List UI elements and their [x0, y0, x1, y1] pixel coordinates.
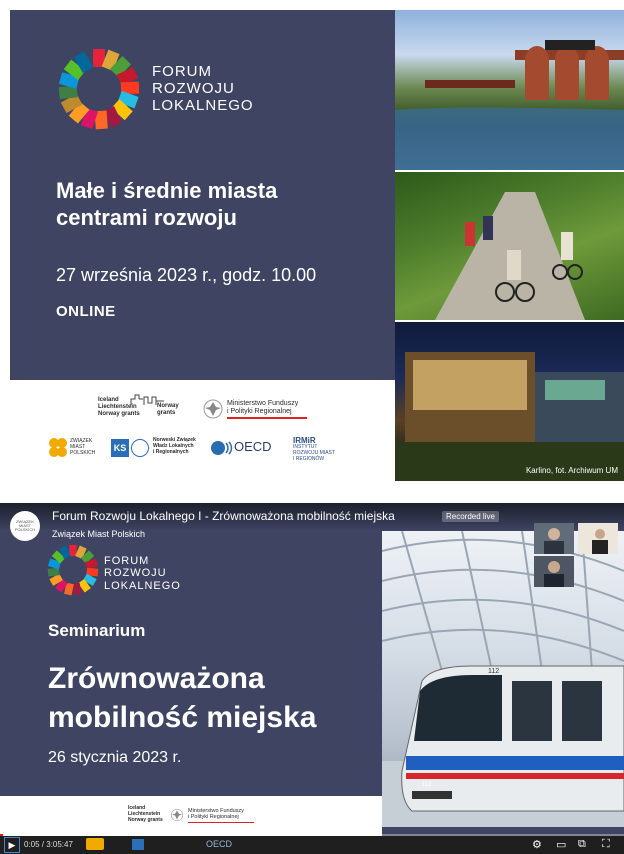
- video-logo-text: FORUM ROZWOJU LOKALNEGO: [104, 555, 181, 592]
- ministry-underline: [188, 821, 254, 823]
- zmp-logo: ZWIĄZEK MIAST POLSKICH: [70, 438, 96, 456]
- sponsor-text: i Regionalnych: [153, 448, 189, 455]
- zmp-logo-icon: [49, 438, 67, 457]
- photo-cyclists: [395, 172, 624, 320]
- sponsor-text: Norway: [157, 403, 179, 409]
- logo-line: LOKALNEGO: [104, 579, 181, 592]
- nzwlr-logo: Norweski Związek Władz Lokalnych i Regio…: [153, 437, 196, 455]
- recorded-live-badge: Recorded live: [442, 511, 499, 522]
- poster-online-label: ONLINE: [56, 303, 116, 320]
- webcam-participant-2: [578, 523, 618, 554]
- play-button[interactable]: ▶: [4, 837, 20, 853]
- player-controls: ▶ 0:05 / 3:05:47 OECD ⚙ ▭ ⧉ ⛶: [0, 836, 624, 854]
- poster-panel: FORUM ROZWOJU LOKALNEGO Małe i średnie m…: [10, 10, 395, 380]
- seminar-title-line: mobilność miejska: [48, 701, 317, 734]
- sponsor-text: i Polityki Regionalnej: [188, 814, 239, 821]
- settings-gear-icon[interactable]: ⚙: [532, 838, 542, 851]
- seminar-title-line: Zrównoważona: [48, 662, 265, 695]
- cyclists-illustration: [435, 192, 585, 320]
- miniplayer-icon[interactable]: ⧉: [578, 838, 586, 851]
- ks-logo: KS: [111, 439, 129, 457]
- poster-title-line: centrami rozwoju: [56, 204, 237, 230]
- seminar-title: Zrównoważona mobilność miejska: [48, 659, 316, 737]
- ministry-logo: Ministerstwo Funduszy i Polityki Regiona…: [227, 400, 307, 420]
- video-title[interactable]: Forum Rozwoju Lokalnego I - Zrównoważona…: [52, 509, 395, 523]
- sponsor-text: Norway grants: [128, 816, 163, 823]
- ks-mini-logo: [132, 839, 144, 850]
- oecd-logo: OECD: [234, 439, 272, 454]
- video-sponsor-strip: Iceland Liechtenstein Norway grants Mini…: [0, 796, 382, 836]
- person-icon: [544, 528, 564, 554]
- tram-illustration: 112 112: [401, 665, 624, 812]
- ministry-logo: Ministerstwo Funduszy i Polityki Regiona…: [188, 808, 254, 823]
- forum-logo: [56, 46, 142, 137]
- poster-date: 27 września 2023 r., godz. 10.00: [56, 265, 317, 285]
- eagle-emblem-icon: [170, 808, 184, 822]
- channel-name[interactable]: Związek Miast Polskich: [52, 529, 145, 539]
- sponsor-text: grants: [157, 409, 176, 416]
- person-icon: [544, 561, 564, 587]
- logo-line: FORUM: [104, 555, 150, 567]
- photo-railway-viaduct: [395, 10, 624, 170]
- building-illustration: [395, 352, 624, 481]
- eagle-emblem-icon: [203, 399, 223, 419]
- fullscreen-icon[interactable]: ⛶: [602, 838, 610, 851]
- viaduct-illustration: [395, 40, 624, 170]
- photo-school-night: Karlino, fot. Archiwum UM: [395, 322, 624, 481]
- sponsor-text: i Polityki Regionalnej: [227, 408, 292, 416]
- norway-grants-logo: Norway grants: [157, 403, 179, 417]
- oecd-globe-icon: [211, 441, 233, 455]
- channel-avatar[interactable]: ZWIĄZEK MIAST POLSKICH: [10, 511, 40, 541]
- logo-line: LOKALNEGO: [152, 96, 254, 114]
- ministry-underline: [227, 417, 307, 420]
- tram-number: 112: [488, 668, 499, 675]
- photo-credit: Karlino, fot. Archiwum UM: [525, 466, 618, 475]
- webcam-participant-1: [534, 523, 574, 554]
- forum-logo-icon: [58, 49, 140, 130]
- sponsor-text: Ministerstwo Funduszy: [227, 400, 299, 407]
- forum-logo-icon: [47, 544, 99, 596]
- event-poster: FORUM ROZWOJU LOKALNEGO Małe i średnie m…: [10, 10, 624, 481]
- seminar-date: 26 stycznia 2023 r.: [48, 749, 182, 766]
- logo-line: ROZWOJU: [152, 79, 235, 97]
- tram-side-number: 112: [422, 782, 432, 788]
- sponsor-text: Norway grants: [98, 410, 140, 417]
- irmir-logo: IRMiR INSTYTUT ROZWOJU MIAST I REGIONÓW: [293, 436, 335, 462]
- poster-photos: Karlino, fot. Archiwum UM: [395, 10, 624, 481]
- captions-icon[interactable]: ▭: [556, 838, 566, 851]
- oecd-mini-logo: OECD: [206, 839, 233, 849]
- zmp-mini-logo: [86, 838, 104, 850]
- avatar-text: ZWIĄZEK MIAST POLSKICH: [14, 519, 36, 532]
- person-icon: [592, 529, 608, 554]
- sponsor-strip: Iceland Liechtenstein Norway grants Norw…: [10, 380, 395, 481]
- forum-logo-text: FORUM ROZWOJU LOKALNEGO: [152, 63, 254, 114]
- video-player[interactable]: 112 112 ZWIĄZEK MIAST POLSKICH Forum Roz…: [0, 503, 624, 854]
- webcam-participant-3: [534, 556, 574, 587]
- seminar-label: Seminarium: [48, 621, 146, 640]
- logo-line: ROZWOJU: [104, 567, 167, 580]
- poster-title-line: Małe i średnie miasta: [56, 178, 278, 203]
- poster-title: Małe i średnie miasta centrami rozwoju: [56, 178, 376, 232]
- eea-grants-logo: Iceland Liechtenstein Norway grants: [128, 805, 163, 823]
- ks-circle-icon: [131, 439, 149, 457]
- logo-line: FORUM: [152, 63, 212, 80]
- sponsor-text: POLSKICH: [70, 449, 96, 456]
- sponsor-text: I REGIONÓW: [293, 455, 325, 462]
- video-forum-logo: [46, 543, 100, 602]
- time-display: 0:05 / 3:05:47: [24, 840, 73, 849]
